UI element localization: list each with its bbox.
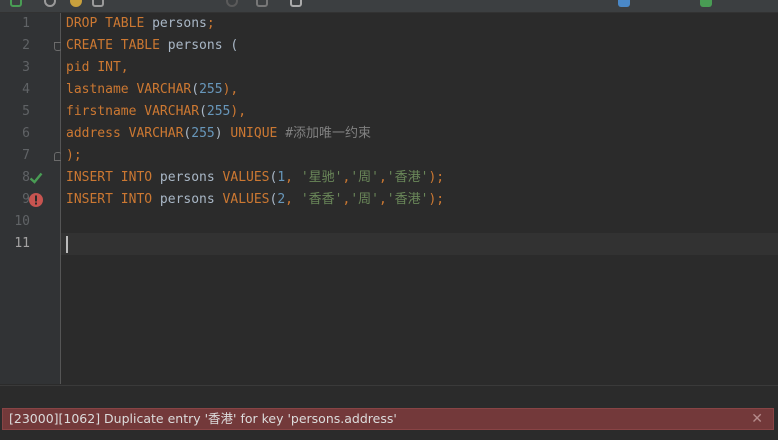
code-token: '香香' <box>300 192 343 207</box>
schema-icon[interactable] <box>618 0 630 7</box>
code-editor[interactable]: DROP TABLE persons; CREATE TABLE persons … <box>61 13 778 384</box>
code-token: persons <box>159 170 223 185</box>
code-token: firstname <box>66 104 145 119</box>
code-token: '香港' <box>386 192 429 207</box>
close-icon[interactable]: ✕ <box>751 409 763 429</box>
transaction-icon[interactable] <box>92 0 104 7</box>
code-token: INSERT INTO <box>66 192 160 207</box>
code-token: lastname <box>66 82 137 97</box>
code-token: 255 <box>206 104 231 119</box>
code-token: UNIQUE <box>230 126 286 141</box>
toolbar <box>0 0 778 13</box>
code-token: DROP TABLE <box>66 16 153 31</box>
line-number: 1 <box>22 16 30 31</box>
code-token: ) <box>214 126 231 141</box>
code-token: , <box>285 192 301 207</box>
code-token: ; <box>206 16 215 31</box>
code-token: ); <box>66 148 82 163</box>
code-token: ( <box>191 82 200 97</box>
line-number: 3 <box>22 60 30 75</box>
code-line[interactable]: pid INT, <box>66 57 129 79</box>
code-token: VARCHAR <box>144 104 200 119</box>
code-token: , <box>378 192 387 207</box>
code-token: , <box>378 170 387 185</box>
stop-icon[interactable] <box>226 0 238 7</box>
code-token: 255 <box>191 126 215 141</box>
code-token: CREATE TABLE <box>66 38 168 53</box>
code-token: address <box>66 126 129 141</box>
line-number: 2 <box>22 38 30 53</box>
current-line-highlight <box>61 233 778 255</box>
error-notification: [23000][1062] Duplicate entry '香港' for k… <box>2 408 774 430</box>
code-token: persons <box>159 192 223 207</box>
code-token: VALUES <box>222 170 270 185</box>
code-token: VARCHAR <box>128 126 184 141</box>
line-number: 5 <box>22 104 30 119</box>
code-line[interactable]: firstname VARCHAR(255), <box>66 101 246 123</box>
code-token: ); <box>428 192 445 207</box>
error-icon[interactable] <box>28 192 44 208</box>
code-token: ( <box>199 104 207 119</box>
history-icon[interactable] <box>44 0 56 7</box>
code-line[interactable]: lastname VARCHAR(255), <box>66 79 238 101</box>
code-token: persons ( <box>167 38 239 53</box>
code-line[interactable]: address VARCHAR(255) UNIQUE #添加唯一约束 <box>66 123 371 145</box>
code-token: ), <box>230 104 247 119</box>
text-caret <box>66 236 68 253</box>
code-token: INT <box>97 60 121 75</box>
gutter: 1 2 3 4 5 6 7 8 9 10 11 <box>0 13 62 384</box>
code-line[interactable]: DROP TABLE persons; <box>66 13 215 35</box>
code-token: '周' <box>350 170 379 185</box>
code-token: 255 <box>199 82 223 97</box>
code-token: '周' <box>350 192 379 207</box>
code-token: INSERT INTO <box>66 170 160 185</box>
settings-icon[interactable] <box>70 0 82 7</box>
line-number: 6 <box>22 126 30 141</box>
code-token: pid <box>66 60 98 75</box>
code-token: , <box>285 170 301 185</box>
code-line[interactable]: CREATE TABLE persons ( <box>66 35 238 57</box>
line-number: 4 <box>22 82 30 97</box>
code-token: 2 <box>277 192 286 207</box>
code-token: ); <box>428 170 445 185</box>
session-icon[interactable] <box>700 0 712 7</box>
code-line[interactable]: ); <box>66 145 82 167</box>
code-token: persons <box>152 16 207 31</box>
code-token: 1 <box>277 170 286 185</box>
success-check-icon[interactable] <box>28 170 44 186</box>
error-message: [23000][1062] Duplicate entry '香港' for k… <box>9 411 397 426</box>
line-number: 7 <box>22 148 30 163</box>
code-line[interactable]: INSERT INTO persons VALUES(2, '香香','周','… <box>66 189 444 211</box>
code-token: VALUES <box>222 192 270 207</box>
layout-icon[interactable] <box>256 0 268 7</box>
code-token: #添加唯一约束 <box>285 126 372 141</box>
code-token: '星驰' <box>300 170 343 185</box>
code-line[interactable]: INSERT INTO persons VALUES(1, '星驰','周','… <box>66 167 444 189</box>
run-icon[interactable] <box>10 0 22 7</box>
line-number: 10 <box>14 214 30 229</box>
code-token: '香港' <box>386 170 429 185</box>
code-token: ), <box>222 82 239 97</box>
line-number: 11 <box>14 236 30 251</box>
table-icon[interactable] <box>290 0 302 7</box>
code-token: , <box>120 60 129 75</box>
code-token: VARCHAR <box>136 82 192 97</box>
